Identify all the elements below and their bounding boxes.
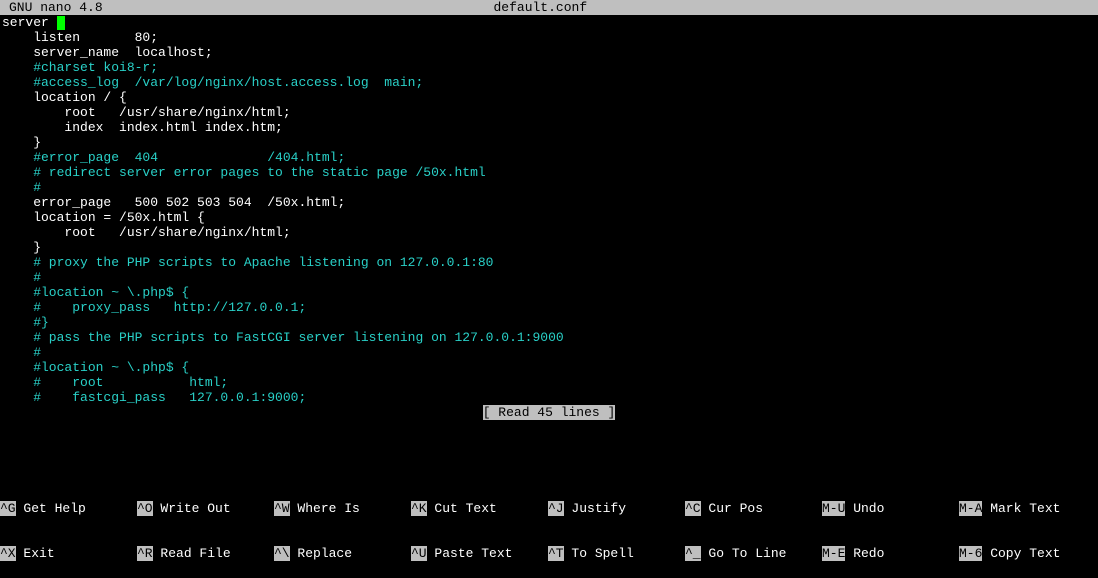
shortcut-copy-text[interactable]: M-6 Copy Text xyxy=(959,546,1096,561)
shortcut-key: ^U xyxy=(411,546,427,561)
title-bar: GNU nano 4.8 default.conf xyxy=(0,0,1098,15)
editor-line: # xyxy=(2,180,1098,195)
editor-line: server xyxy=(2,15,1098,30)
shortcut-write-out[interactable]: ^O Write Out xyxy=(137,501,274,516)
shortcut-key: ^X xyxy=(0,546,16,561)
shortcut-label: Replace xyxy=(290,546,352,561)
shortcut-key: ^G xyxy=(0,501,16,516)
editor-line: } xyxy=(2,135,1098,150)
shortcut-mark-text[interactable]: M-A Mark Text xyxy=(959,501,1096,516)
editor-line: # xyxy=(2,270,1098,285)
shortcut-label: Write Out xyxy=(153,501,231,516)
cursor xyxy=(57,16,65,30)
editor-line: # redirect server error pages to the sta… xyxy=(2,165,1098,180)
shortcut-label: Cut Text xyxy=(427,501,497,516)
editor-line: root /usr/share/nginx/html; xyxy=(2,225,1098,240)
shortcut-key: ^R xyxy=(137,546,153,561)
shortcut-label: Go To Line xyxy=(701,546,787,561)
editor-line: root /usr/share/nginx/html; xyxy=(2,105,1098,120)
shortcut-to-spell[interactable]: ^T To Spell xyxy=(548,546,685,561)
shortcut-label: Undo xyxy=(845,501,884,516)
shortcut-key: M-E xyxy=(822,546,845,561)
shortcut-cut-text[interactable]: ^K Cut Text xyxy=(411,501,548,516)
editor-line: #location ~ \.php$ { xyxy=(2,360,1098,375)
shortcut-label: Cur Pos xyxy=(701,501,763,516)
editor-line: #} xyxy=(2,315,1098,330)
shortcut-label: Justify xyxy=(564,501,626,516)
shortcut-label: Redo xyxy=(845,546,884,561)
shortcut-replace[interactable]: ^\ Replace xyxy=(274,546,411,561)
shortcut-row-1: ^G Get Help^O Write Out^W Where Is^K Cut… xyxy=(0,501,1098,516)
shortcut-label: Exit xyxy=(16,546,55,561)
shortcut-key: ^C xyxy=(685,501,701,516)
shortcut-cur-pos[interactable]: ^C Cur Pos xyxy=(685,501,822,516)
shortcut-row-2: ^X Exit^R Read File^\ Replace^U Paste Te… xyxy=(0,546,1098,561)
shortcut-undo[interactable]: M-U Undo xyxy=(822,501,959,516)
editor-line: # fastcgi_pass 127.0.0.1:9000; xyxy=(2,390,1098,405)
editor-line: # pass the PHP scripts to FastCGI server… xyxy=(2,330,1098,345)
shortcut-label: Where Is xyxy=(290,501,360,516)
shortcut-key: ^K xyxy=(411,501,427,516)
shortcut-label: To Spell xyxy=(564,546,634,561)
editor-line: location = /50x.html { xyxy=(2,210,1098,225)
editor-line: error_page 500 502 503 504 /50x.html; xyxy=(2,195,1098,210)
editor-line: } xyxy=(2,240,1098,255)
filename: default.conf xyxy=(103,0,978,15)
editor-line: server_name localhost; xyxy=(2,45,1098,60)
shortcut-go-to-line[interactable]: ^_ Go To Line xyxy=(685,546,822,561)
shortcut-key: ^J xyxy=(548,501,564,516)
shortcut-key: ^T xyxy=(548,546,564,561)
editor-line: #location ~ \.php$ { xyxy=(2,285,1098,300)
shortcut-key: M-A xyxy=(959,501,982,516)
editor-line: #access_log /var/log/nginx/host.access.l… xyxy=(2,75,1098,90)
shortcut-label: Copy Text xyxy=(982,546,1060,561)
shortcut-label: Read File xyxy=(153,546,231,561)
status-line: [ Read 45 lines ] xyxy=(0,405,1098,420)
shortcut-label: Paste Text xyxy=(427,546,513,561)
editor-line: # proxy the PHP scripts to Apache listen… xyxy=(2,255,1098,270)
editor-line: # root html; xyxy=(2,375,1098,390)
editor-line: # proxy_pass http://127.0.0.1; xyxy=(2,300,1098,315)
editor-line: index index.html index.htm; xyxy=(2,120,1098,135)
shortcut-key: ^W xyxy=(274,501,290,516)
shortcut-where-is[interactable]: ^W Where Is xyxy=(274,501,411,516)
app-name: GNU nano 4.8 xyxy=(0,0,103,15)
status-badge: [ Read 45 lines ] xyxy=(483,405,616,420)
shortcut-key: M-6 xyxy=(959,546,982,561)
shortcut-key: M-U xyxy=(822,501,845,516)
shortcut-redo[interactable]: M-E Redo xyxy=(822,546,959,561)
shortcut-bar: ^G Get Help^O Write Out^W Where Is^K Cut… xyxy=(0,471,1098,576)
shortcut-label: Mark Text xyxy=(982,501,1060,516)
shortcut-label: Get Help xyxy=(16,501,86,516)
shortcut-justify[interactable]: ^J Justify xyxy=(548,501,685,516)
shortcut-exit[interactable]: ^X Exit xyxy=(0,546,137,561)
editor-line: # xyxy=(2,345,1098,360)
editor-line: location / { xyxy=(2,90,1098,105)
editor-line: #error_page 404 /404.html; xyxy=(2,150,1098,165)
shortcut-key: ^O xyxy=(137,501,153,516)
shortcut-read-file[interactable]: ^R Read File xyxy=(137,546,274,561)
shortcut-paste-text[interactable]: ^U Paste Text xyxy=(411,546,548,561)
editor-area[interactable]: server listen 80; server_name localhost;… xyxy=(0,15,1098,405)
shortcut-key: ^_ xyxy=(685,546,701,561)
shortcut-key: ^\ xyxy=(274,546,290,561)
editor-line: #charset koi8-r; xyxy=(2,60,1098,75)
editor-line: listen 80; xyxy=(2,30,1098,45)
shortcut-get-help[interactable]: ^G Get Help xyxy=(0,501,137,516)
